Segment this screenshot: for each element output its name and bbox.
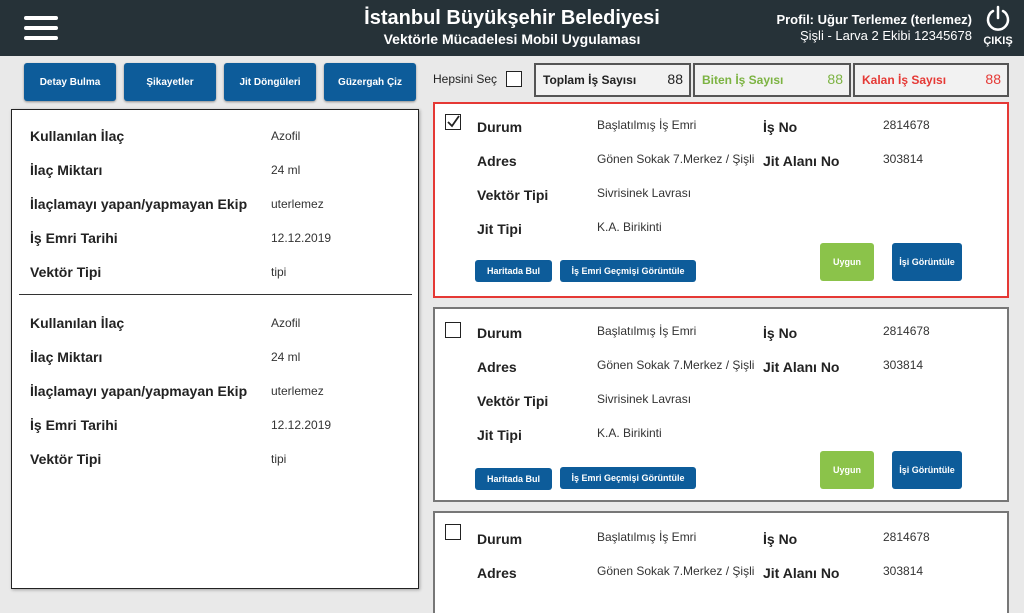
status-label: Durum <box>477 325 523 341</box>
vector-value: tipi <box>271 452 287 466</box>
status-value: Başlatılmış İş Emri <box>597 324 697 338</box>
amount-label: İlaç Miktarı <box>30 349 103 365</box>
jit-type-value: K.A. Birikinti <box>597 426 662 440</box>
jit-type-value: K.A. Birikinti <box>597 220 662 234</box>
address-label: Adres <box>477 153 517 169</box>
date-label: İş Emri Tarihi <box>30 417 118 433</box>
drug-label: Kullanılan İlaç <box>30 128 125 144</box>
job-card[interactable]: Durum Başlatılmış İş Emri Adres Gönen So… <box>433 102 1009 298</box>
amount-value: 24 ml <box>271 350 301 364</box>
status-label: Durum <box>477 119 523 135</box>
detail-search-button[interactable]: Detay Bulma <box>24 63 116 101</box>
jit-type-label: Jit Tipi <box>477 221 522 237</box>
job-checkbox[interactable] <box>445 322 461 338</box>
profile-name: Uğur Terlemez (terlemez) <box>817 12 972 27</box>
select-all-checkbox[interactable] <box>506 71 522 87</box>
job-no-label: İş No <box>763 119 798 135</box>
job-history-button[interactable]: İş Emri Geçmişi Görüntüle <box>560 467 696 489</box>
view-job-button[interactable]: İşi Görüntüle <box>892 451 962 489</box>
vector-type-value: Sivrisinek Lavrası <box>597 392 692 406</box>
date-value: 12.12.2019 <box>271 231 332 245</box>
jit-area-label: Jit Alanı No <box>763 153 840 169</box>
view-job-button[interactable]: İşi Görüntüle <box>892 243 962 281</box>
record-divider <box>19 294 412 295</box>
jit-type-label: Jit Tipi <box>477 427 522 443</box>
job-no-value: 2814678 <box>883 324 930 338</box>
address-value: Gönen Sokak 7.Merkez / Şişli <box>597 564 755 578</box>
team-value: uterlemez <box>271 384 324 398</box>
menu-icon[interactable] <box>24 16 58 40</box>
address-label: Adres <box>477 565 517 581</box>
total-jobs-label: Toplam İş Sayısı <box>543 73 637 87</box>
done-jobs-box: Biten İş Sayısı 88 <box>693 63 851 97</box>
status-value: Başlatılmış İş Emri <box>597 530 697 544</box>
vector-type-value: Sivrisinek Lavrası <box>597 186 692 200</box>
job-checkbox[interactable] <box>445 524 461 540</box>
jit-area-label: Jit Alanı No <box>763 359 840 375</box>
detail-panel: Kullanılan İlaç Azofil İlaç Miktarı 24 m… <box>11 109 419 589</box>
logout-label: ÇIKIŞ <box>983 35 1013 47</box>
suitable-button[interactable]: Uygun <box>820 243 874 281</box>
amount-label: İlaç Miktarı <box>30 162 103 178</box>
check-icon <box>447 115 460 128</box>
job-no-label: İş No <box>763 531 798 547</box>
address-label: Adres <box>477 359 517 375</box>
remaining-jobs-box: Kalan İş Sayısı 88 <box>853 63 1009 97</box>
jit-area-value: 303814 <box>883 564 924 578</box>
amount-value: 24 ml <box>271 163 301 177</box>
status-label: Durum <box>477 531 523 547</box>
team-value: uterlemez <box>271 197 324 211</box>
profile-team: Şişli - Larva 2 Ekibi 12345678 <box>800 28 972 43</box>
vector-value: tipi <box>271 265 287 279</box>
remaining-jobs-label: Kalan İş Sayısı <box>862 73 947 87</box>
jit-area-label: Jit Alanı No <box>763 565 840 581</box>
job-card[interactable]: Durum Başlatılmış İş Emri Adres Gönen So… <box>433 307 1009 502</box>
job-history-button[interactable]: İş Emri Geçmişi Görüntüle <box>560 260 696 282</box>
team-label: İlaçlamayı yapan/yapmayan Ekip <box>30 196 248 212</box>
draw-route-button[interactable]: Güzergah Çiz <box>324 63 416 101</box>
team-label: İlaçlamayı yapan/yapmayan Ekip <box>30 383 248 399</box>
jit-cycles-button[interactable]: Jit Döngüleri <box>224 63 316 101</box>
header-titles: İstanbul Büyükşehir Belediyesi Vektörle … <box>300 6 724 48</box>
job-no-value: 2814678 <box>883 530 930 544</box>
job-card[interactable]: Durum Başlatılmış İş Emri Adres Gönen So… <box>433 511 1009 613</box>
done-jobs-count: 88 <box>827 71 843 87</box>
total-jobs-box: Toplam İş Sayısı 88 <box>534 63 691 97</box>
address-value: Gönen Sokak 7.Merkez / Şişli <box>597 358 755 372</box>
select-all-label: Hepsini Seç <box>433 72 498 86</box>
vector-label: Vektör Tipi <box>30 264 102 280</box>
logout-button[interactable]: ÇIKIŞ <box>982 5 1014 47</box>
app-subtitle: Vektörle Mücadelesi Mobil Uygulaması <box>383 31 641 47</box>
total-jobs-count: 88 <box>667 71 683 87</box>
vector-label: Vektör Tipi <box>30 451 102 467</box>
status-value: Başlatılmış İş Emri <box>597 118 697 132</box>
suitable-button[interactable]: Uygun <box>820 451 874 489</box>
find-on-map-button[interactable]: Haritada Bul <box>475 468 552 490</box>
done-jobs-label: Biten İş Sayısı <box>702 73 784 87</box>
app-title: İstanbul Büyükşehir Belediyesi <box>364 7 660 29</box>
drug-value: Azofil <box>271 129 301 143</box>
jit-area-value: 303814 <box>883 358 924 372</box>
complaints-button[interactable]: Şikayetler <box>124 63 216 101</box>
profile-label: Profil: <box>776 12 815 27</box>
find-on-map-button[interactable]: Haritada Bul <box>475 260 552 282</box>
drug-label: Kullanılan İlaç <box>30 315 125 331</box>
vector-type-label: Vektör Tipi <box>477 187 549 203</box>
address-value: Gönen Sokak 7.Merkez / Şişli <box>597 152 755 166</box>
profile-info: Profil: Uğur Terlemez (terlemez) Şişli -… <box>776 12 972 44</box>
drug-value: Azofil <box>271 316 301 330</box>
date-label: İş Emri Tarihi <box>30 230 118 246</box>
job-no-label: İş No <box>763 325 798 341</box>
job-checkbox[interactable] <box>445 114 461 130</box>
app-header: İstanbul Büyükşehir Belediyesi Vektörle … <box>0 0 1024 56</box>
power-icon <box>986 5 1010 31</box>
date-value: 12.12.2019 <box>271 418 332 432</box>
jit-area-value: 303814 <box>883 152 924 166</box>
vector-type-label: Vektör Tipi <box>477 393 549 409</box>
remaining-jobs-count: 88 <box>985 71 1001 87</box>
job-no-value: 2814678 <box>883 118 930 132</box>
